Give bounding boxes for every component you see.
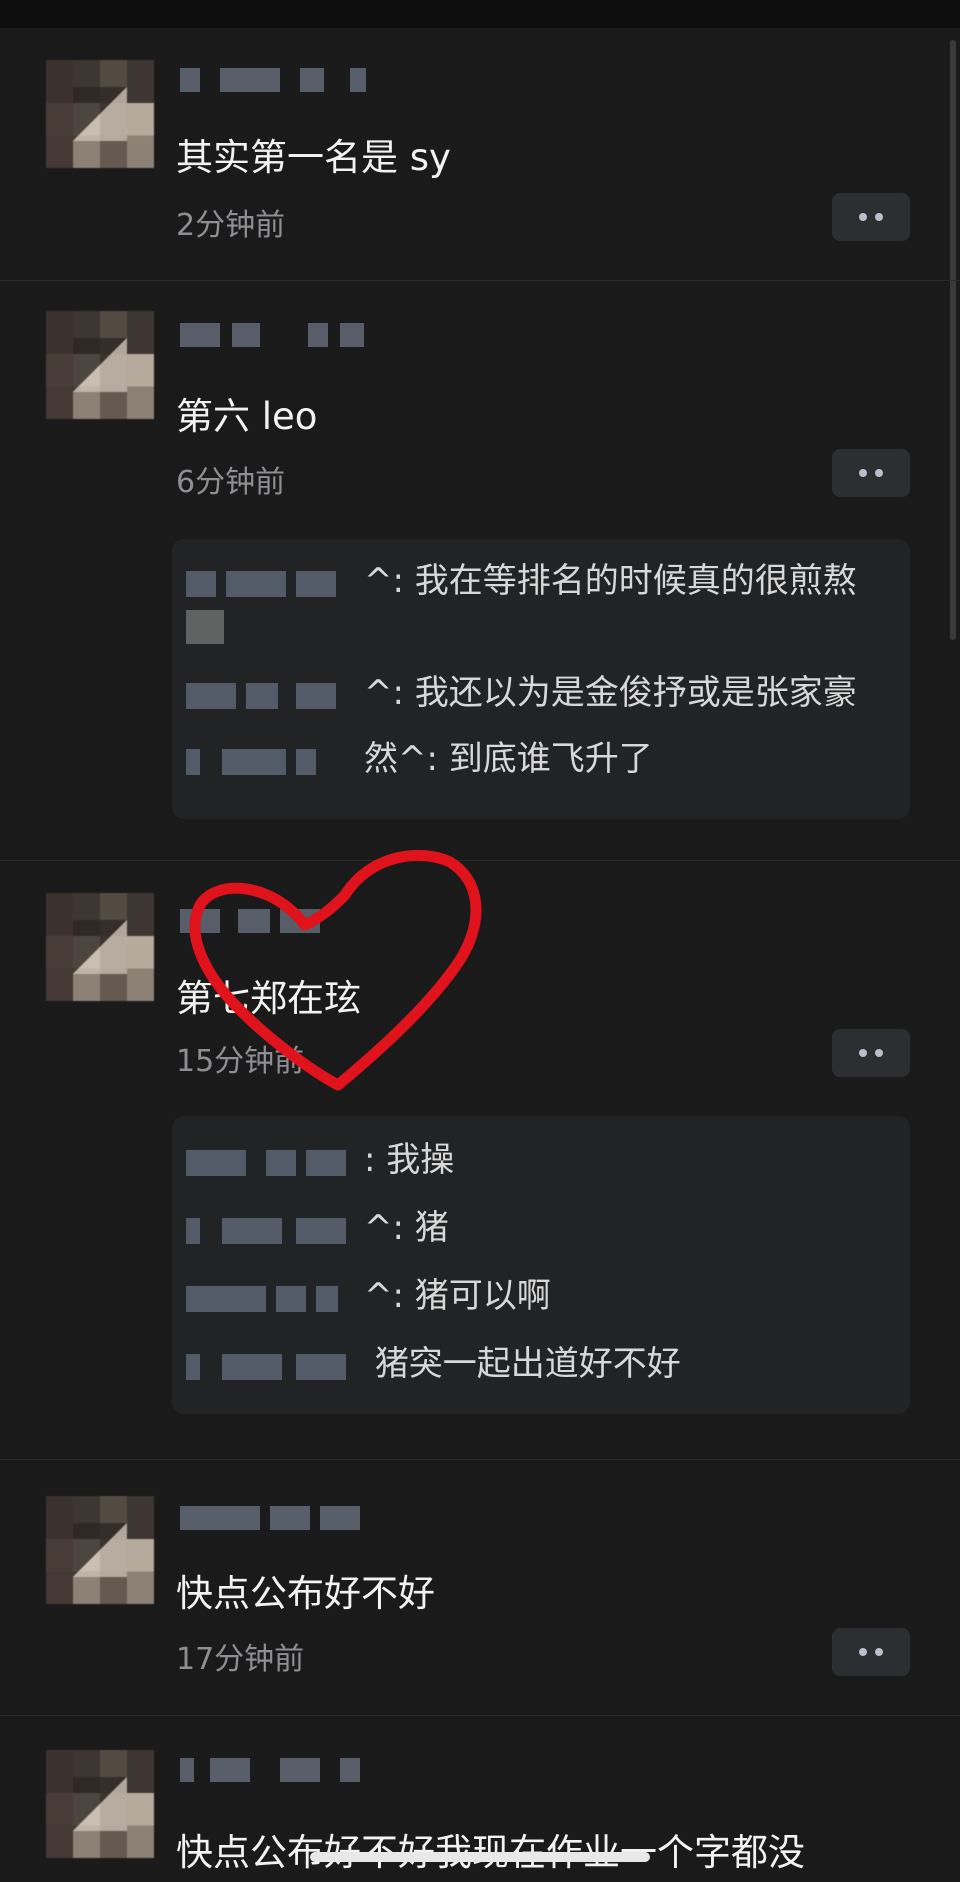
- username-blurred[interactable]: [180, 1500, 370, 1534]
- reply-username-blurred[interactable]: [186, 676, 364, 714]
- reply-username-blurred[interactable]: [186, 1211, 364, 1249]
- reply-item[interactable]: ^: 猪: [186, 1206, 896, 1250]
- reply-item[interactable]: ^: 我在等排名的时候真的很煎熬: [186, 559, 896, 647]
- reply-name-suffix: 然^:: [364, 739, 438, 779]
- reply-item[interactable]: : 我操: [186, 1138, 896, 1182]
- reply-list: ^: 我在等排名的时候真的很煎熬 ^: 我还以为是金俊抒或是张家豪 然^: 到底…: [172, 539, 910, 819]
- comment-item: 第七郑在玹 15分钟前 : 我操 ^: 猪 ^: 猪可以啊 猪突一起出道好不好: [0, 861, 960, 1459]
- blurred-emoji: [186, 609, 224, 644]
- reply-text: 猪: [414, 1208, 449, 1248]
- reply-text: 我在等排名的时候真的很煎熬: [414, 561, 857, 601]
- comment-time: 6分钟前: [176, 465, 286, 500]
- dot-icon: [859, 1049, 867, 1057]
- comment-time: 17分钟前: [176, 1642, 305, 1677]
- comment-text: 其实第一名是 sy: [176, 136, 451, 179]
- comment-text: 快点公布好不好: [176, 1572, 435, 1615]
- reply-item[interactable]: ^: 猪可以啊: [186, 1274, 896, 1318]
- comment-item: 其实第一名是 sy 2分钟前: [0, 0, 960, 280]
- reply-text: 我操: [386, 1140, 455, 1180]
- dot-icon: [875, 1049, 883, 1057]
- reply-username-blurred[interactable]: [186, 742, 364, 780]
- avatar[interactable]: [46, 311, 154, 419]
- username-blurred[interactable]: [180, 317, 370, 351]
- reply-item[interactable]: 猪突一起出道好不好: [186, 1342, 896, 1386]
- reply-item[interactable]: ^: 我还以为是金俊抒或是张家豪: [186, 671, 896, 715]
- reply-name-suffix: :: [364, 1140, 376, 1180]
- dot-icon: [859, 213, 867, 221]
- comment-text: 快点公布好不好我现在作业一个字都没: [176, 1822, 805, 1876]
- comment-time: 15分钟前: [176, 1044, 305, 1079]
- dot-icon: [875, 469, 883, 477]
- more-button[interactable]: [832, 449, 910, 497]
- reply-text: 猪突一起出道好不好: [374, 1344, 681, 1384]
- reply-username-blurred[interactable]: [186, 1279, 364, 1317]
- avatar[interactable]: [46, 893, 154, 1001]
- username-blurred[interactable]: [180, 1752, 370, 1786]
- reply-name-suffix: ^:: [364, 1208, 404, 1248]
- dot-icon: [875, 1648, 883, 1656]
- avatar[interactable]: [46, 1750, 154, 1858]
- avatar[interactable]: [46, 60, 154, 168]
- dot-icon: [859, 469, 867, 477]
- reply-username-blurred[interactable]: [186, 1347, 364, 1385]
- dot-icon: [859, 1648, 867, 1656]
- reply-name-suffix: ^:: [364, 561, 404, 601]
- dot-icon: [875, 213, 883, 221]
- more-button[interactable]: [832, 1628, 910, 1676]
- comment-text: 第七郑在玹: [176, 977, 361, 1020]
- comment-item: 快点公布好不好 17分钟前: [0, 1460, 960, 1715]
- reply-name-suffix: ^:: [364, 1276, 404, 1316]
- reply-text: 到底谁飞升了: [448, 739, 653, 779]
- more-button[interactable]: [832, 1029, 910, 1077]
- reply-item[interactable]: 然^: 到底谁飞升了: [186, 737, 896, 781]
- username-blurred[interactable]: [180, 62, 370, 96]
- reply-list: : 我操 ^: 猪 ^: 猪可以啊 猪突一起出道好不好: [172, 1116, 910, 1414]
- username-blurred[interactable]: [180, 903, 370, 937]
- reply-username-blurred[interactable]: [186, 564, 364, 602]
- comment-time: 2分钟前: [176, 208, 286, 243]
- reply-text: 猪可以啊: [414, 1276, 551, 1316]
- reply-text: 我还以为是金俊抒或是张家豪: [414, 673, 857, 713]
- comment-item: 第六 leo 6分钟前 ^: 我在等排名的时候真的很煎熬 ^: 我还以为是金俊抒…: [0, 281, 960, 859]
- avatar[interactable]: [46, 1496, 154, 1604]
- reply-name-suffix: ^:: [364, 673, 404, 713]
- comment-text: 第六 leo: [176, 395, 318, 438]
- more-button[interactable]: [832, 193, 910, 241]
- reply-username-blurred[interactable]: [186, 1143, 364, 1181]
- home-indicator[interactable]: [310, 1852, 650, 1862]
